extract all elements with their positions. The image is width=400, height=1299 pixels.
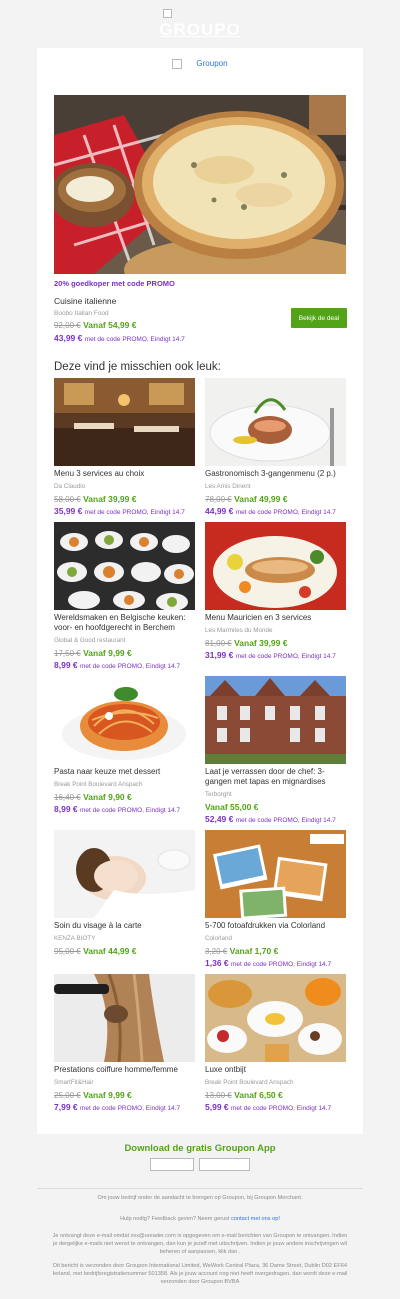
deal-price-row: 17,50 € Vanaf 9,99 € [54,648,132,658]
deal-merchant: Break Point Boulevard Anspach [205,1079,294,1086]
deal-promo-row: 44,99 € met de code PROMO, Eindigt 14.7 [205,506,336,516]
deal-tile[interactable]: Soin du visage à la carte KENZA BIOTY 95… [54,830,195,956]
deal-image[interactable] [54,378,195,466]
deal-merchant: Break Point Boulevard Anspach [54,781,143,788]
deal-merchant: KENZA BIOTY [54,935,96,942]
deal-tile[interactable]: 5-700 fotoafdrukken via Colorland Colorl… [205,830,346,968]
view-deal-button[interactable]: Bekijk de deal [291,308,347,328]
featured-deal-merchant: Boobo Italian Food [54,310,109,317]
deal-merchant: Da Claudio [54,483,86,490]
legal-notice: Dit bericht is verzonden door Groupon In… [52,1263,348,1285]
deal-tile[interactable]: Laat je verrassen door de chef: 3-gangen… [205,676,346,824]
deal-price-row: 81,00 € Vanaf 39,99 € [205,638,288,648]
deal-title[interactable]: 5-700 fotoafdrukken via Colorland [205,921,346,931]
deal-price-row: 16,40 € Vanaf 9,90 € [54,792,132,802]
deal-image[interactable] [54,830,195,918]
deal-price-row: 95,00 € Vanaf 44,99 € [54,946,137,956]
deal-title[interactable]: Prestations coiffure homme/femme [54,1065,195,1075]
deal-title[interactable]: Menu Mauricien en 3 services [205,613,346,623]
promo-text: met de code PROMO, Eindigt 14.7 [84,336,185,343]
deal-image[interactable] [54,974,195,1062]
help-text: Hulp nodig? Feedback geven? Neem gerust … [120,1216,280,1222]
subscription-notice: Je ontvangt deze e-mail omdat xxx@ureade… [52,1233,348,1255]
deal-merchant: Colorland [205,935,232,942]
email-card: Groupon 20% goedkoper met code PROMO Cui… [37,48,363,1134]
deal-title[interactable]: Pasta naar keuze met dessert [54,767,195,777]
promo-price: 43,99 € [54,333,83,343]
deal-image[interactable] [205,522,346,610]
recommendations-title: Deze vind je misschien ook leuk: [54,361,221,373]
broken-image-icon [163,9,172,18]
deal-image[interactable] [205,830,346,918]
featured-promo-text: 20% goedkoper met code PROMO [54,279,175,288]
deal-promo-row: 8,99 € met de code PROMO, Eindigt 14.7 [54,804,181,814]
deal-title[interactable]: Laat je verrassen door de chef: 3-gangen… [205,767,346,787]
deal-tile[interactable]: Wereldsmaken en Belgische keuken: voor- … [54,522,195,670]
deal-price-row: 58,00 € Vanaf 39,99 € [54,494,137,504]
deal-promo-row: 1,36 € met de code PROMO, Eindigt 14.7 [205,958,332,968]
deal-price-row: 3,20 € Vanaf 1,70 € [205,946,279,956]
deal-tile[interactable]: Luxe ontbijt Break Point Boulevard Anspa… [205,974,346,1112]
deal-tile[interactable]: Gastronomisch 3-gangenmenu (2 p.) Les Am… [205,378,346,516]
deal-tile[interactable]: Menu 3 services au choix Da Claudio 58,0… [54,378,195,516]
deal-merchant: Les Amis Dinent [205,483,251,490]
merchant-text: Om jouw bedrijf onder de aandacht te bre… [97,1195,303,1201]
deal-title[interactable]: Gastronomisch 3-gangenmenu (2 p.) [205,469,346,479]
deal-title[interactable]: Luxe ontbijt [205,1065,346,1075]
featured-deal-title[interactable]: Cuisine italienne [54,296,116,306]
deal-price-row: Vanaf 55,00 € [205,802,259,812]
google-play-badge[interactable] [199,1158,250,1171]
deal-promo-row: 52,49 € met de code PROMO, Eindigt 14.7 [205,814,336,824]
contact-link[interactable]: contact met ons op! [231,1216,280,1222]
deal-merchant: Global & Good restaurant [54,637,126,644]
footer-divider [37,1188,363,1189]
featured-price-row: 92,00 € Vanaf 54,99 € [54,320,136,330]
deal-price-row: 13,00 € Vanaf 6,50 € [205,1090,283,1100]
deal-image[interactable] [205,974,346,1062]
deal-merchant: Terborght [205,791,232,798]
deal-tile[interactable]: Prestations coiffure homme/femme SmartFi… [54,974,195,1112]
broken-image-icon [172,59,183,69]
deal-title[interactable]: Wereldsmaken en Belgische keuken: voor- … [54,613,195,633]
deal-price-row: 78,00 € Vanaf 49,99 € [205,494,288,504]
deal-image[interactable] [54,676,195,764]
deal-title[interactable]: Soin du visage à la carte [54,921,195,931]
deal-promo-row: 35,99 € met de code PROMO, Eindigt 14.7 [54,506,185,516]
header: GROUPO [0,0,400,48]
deal-price-row: 25,00 € Vanaf 9,99 € [54,1090,132,1100]
new-price: Vanaf 54,99 € [83,320,137,330]
deal-merchant: Les Marmites du Monde [205,627,273,634]
deal-title[interactable]: Menu 3 services au choix [54,469,195,479]
deal-image[interactable] [54,522,195,610]
groupon-logo-image[interactable]: Groupon [37,59,363,69]
download-app-title: Download de gratis Groupon App [124,1143,276,1154]
deal-promo-row: 5,99 € met de code PROMO, Eindigt 14.7 [205,1102,332,1112]
deal-promo-row: 7,99 € met de code PROMO, Eindigt 14.7 [54,1102,181,1112]
deal-tile[interactable]: Menu Mauricien en 3 services Les Marmite… [205,522,346,660]
deal-merchant: SmartFit&Hair [54,1079,94,1086]
groupon-logo-link[interactable]: GROUPO [0,20,400,40]
deal-image[interactable] [205,378,346,466]
app-store-badge[interactable] [150,1158,194,1171]
deal-image[interactable] [205,676,346,764]
deal-promo-row: 8,99 € met de code PROMO, Eindigt 14.7 [54,660,181,670]
deal-tile[interactable]: Pasta naar keuze met dessert Break Point… [54,676,195,814]
old-price: 92,00 € [54,321,81,330]
featured-promo-price-row: 43,99 € met de code PROMO, Eindigt 14.7 [54,333,185,343]
deal-promo-row: 31,99 € met de code PROMO, Eindigt 14.7 [205,650,336,660]
featured-deal-image[interactable] [54,95,346,274]
